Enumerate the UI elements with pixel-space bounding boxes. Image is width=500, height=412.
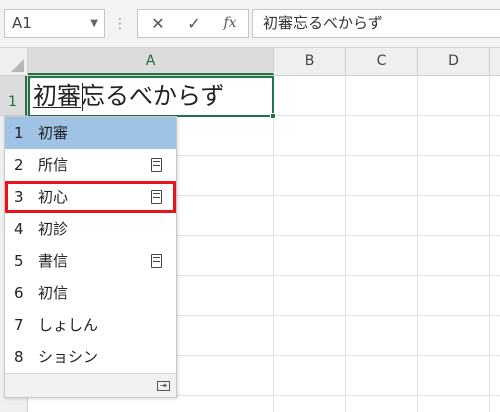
candidate-text: 所信: [38, 156, 69, 174]
candidate-item[interactable]: 6 初信: [5, 277, 176, 309]
gridline: [345, 76, 346, 412]
enter-icon[interactable]: ✓: [176, 10, 212, 37]
select-all-triangle-icon: [11, 59, 24, 72]
cell-text-rest: 忘るべからず: [81, 82, 225, 110]
candidate-text: 初審: [38, 124, 69, 142]
candidate-item[interactable]: 7 しょしん: [5, 309, 176, 341]
column-header-c[interactable]: C: [346, 48, 418, 75]
candidate-number: 2: [14, 156, 24, 174]
candidate-item[interactable]: 4 初診: [5, 213, 176, 245]
more-vert-icon[interactable]: ⋮: [113, 14, 127, 34]
gridline: [489, 76, 490, 412]
gridline: [417, 76, 418, 412]
candidate-text: 初診: [38, 220, 69, 238]
dictionary-icon[interactable]: [151, 190, 162, 204]
converting-text: 初審: [33, 82, 81, 110]
candidate-item-focused[interactable]: 3 初心: [5, 181, 176, 213]
ime-candidate-list: 1 初審 2 所信 3 初心 4 初診 5 書信 6 初信 7 しょしん 8 シ…: [4, 116, 177, 398]
text-caret: [82, 83, 83, 111]
dictionary-icon[interactable]: [151, 158, 162, 172]
expand-icon[interactable]: ⇥: [157, 381, 170, 391]
candidate-number: 8: [14, 348, 24, 366]
active-cell-a1[interactable]: 初審忘るべからず: [28, 76, 276, 119]
candidate-number: 3: [14, 188, 24, 206]
formula-bar-area: A1 ▼ ⋮ ✕ ✓ fx 初審忘るべからず: [0, 0, 500, 48]
row-header-1[interactable]: 1: [0, 76, 27, 116]
select-all-button[interactable]: [0, 48, 28, 75]
candidate-number: 7: [14, 316, 24, 334]
candidate-number: 6: [14, 284, 24, 302]
ime-footer: ⇥: [5, 373, 176, 397]
candidate-number: 1: [14, 124, 24, 142]
dictionary-icon[interactable]: [151, 254, 162, 268]
column-header-d[interactable]: D: [418, 48, 490, 75]
candidate-text: 初心: [38, 188, 69, 206]
insert-function-icon[interactable]: fx: [212, 10, 248, 37]
gridline: [273, 76, 274, 412]
candidate-number: 5: [14, 252, 24, 270]
candidate-item[interactable]: 2 所信: [5, 149, 176, 181]
formula-buttons: ✕ ✓ fx: [137, 9, 249, 38]
candidate-item[interactable]: 8 ショシン: [5, 341, 176, 373]
name-box-value: A1: [12, 14, 32, 32]
cancel-icon[interactable]: ✕: [140, 10, 176, 37]
column-header-row: A B C D: [0, 48, 500, 76]
candidate-item[interactable]: 5 書信: [5, 245, 176, 277]
fill-handle[interactable]: [270, 113, 276, 119]
candidate-text: しょしん: [38, 316, 99, 334]
candidate-text: 書信: [38, 252, 69, 270]
column-header-b[interactable]: B: [274, 48, 346, 75]
name-box[interactable]: A1 ▼: [4, 9, 105, 38]
candidate-text: 初信: [38, 284, 69, 302]
formula-input[interactable]: 初審忘るべからず: [252, 9, 500, 38]
candidate-text: ショシン: [38, 348, 99, 366]
chevron-down-icon[interactable]: ▼: [90, 10, 98, 37]
column-header-a[interactable]: A: [28, 48, 274, 75]
candidate-number: 4: [14, 220, 24, 238]
candidate-item[interactable]: 1 初審: [5, 117, 176, 149]
